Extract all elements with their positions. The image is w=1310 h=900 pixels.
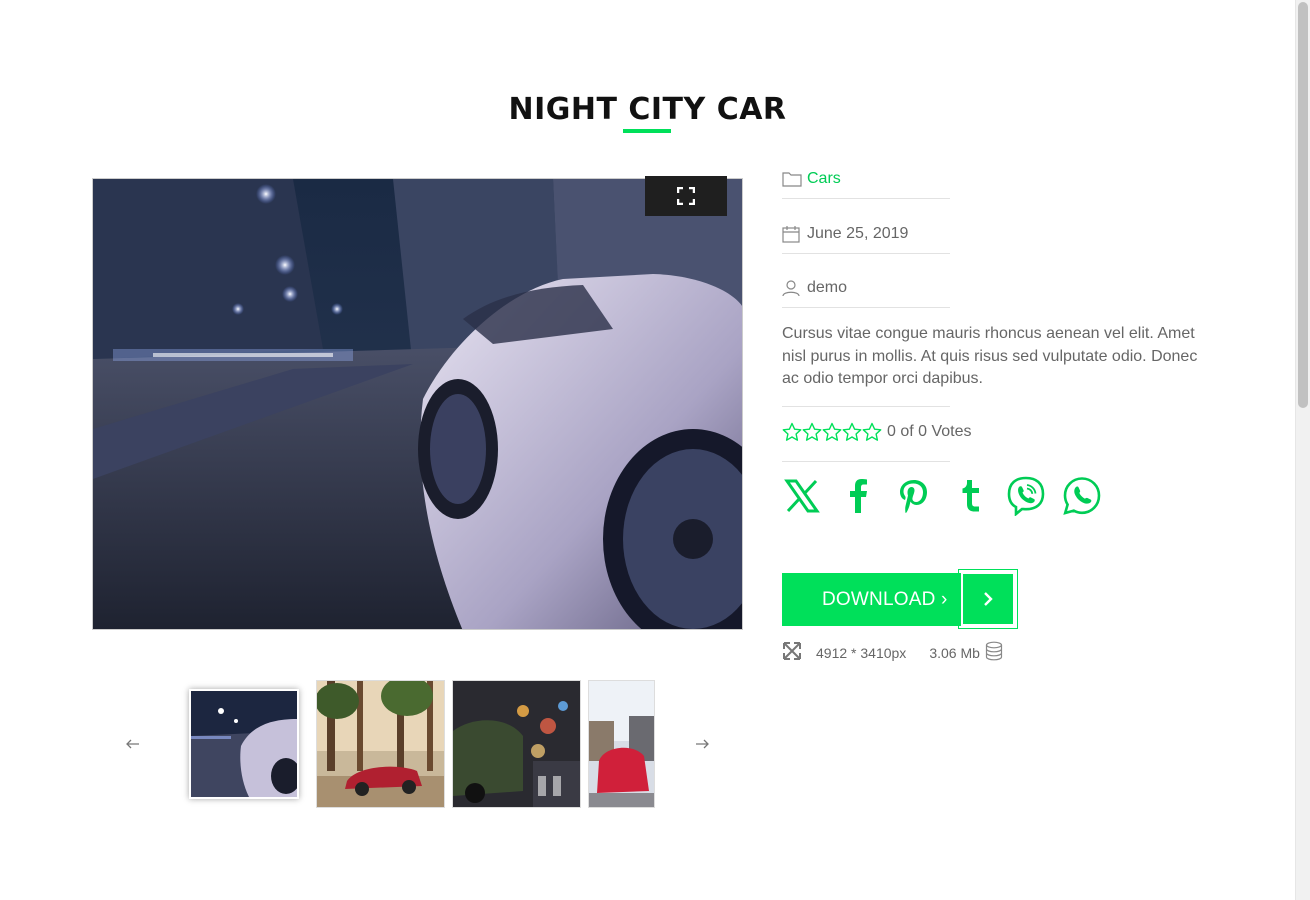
arrow-left-icon[interactable] [122, 733, 144, 755]
divider [782, 461, 950, 462]
star-icon[interactable] [862, 422, 882, 442]
star-icon[interactable] [802, 422, 822, 442]
calendar-icon [782, 224, 802, 244]
description: Cursus vitae congue mauris rhoncus aenea… [782, 325, 1198, 387]
pinterest-icon[interactable] [894, 476, 934, 516]
meta-category[interactable]: Cars [782, 160, 950, 199]
scrollbar-thumb[interactable] [1298, 2, 1308, 408]
page-title: NIGHT CITY CAR [508, 92, 787, 127]
x-icon[interactable] [782, 476, 822, 516]
rating: 0 of 0 Votes [782, 422, 972, 442]
file-info: 4912 * 3410px 3.06 Mb [782, 641, 1003, 664]
folder-icon [782, 169, 802, 189]
chevron-right-icon [984, 592, 993, 606]
thumbnail-red-car-traffic[interactable] [588, 680, 655, 808]
main-photo[interactable] [92, 178, 743, 630]
viber-icon[interactable] [1006, 476, 1046, 516]
thumbnail-mini-car-city-lights[interactable] [452, 680, 581, 808]
download-label: DOWNLOAD › [822, 588, 948, 610]
share-buttons [782, 476, 1118, 516]
file-size: 3.06 Mb [929, 644, 980, 661]
category-link[interactable]: Cars [807, 170, 841, 188]
title-underline [623, 129, 671, 133]
database-icon [985, 641, 1003, 664]
facebook-icon[interactable] [838, 476, 878, 516]
tumblr-icon[interactable] [950, 476, 990, 516]
meta-author: demo [782, 268, 950, 308]
star-icon[interactable] [782, 422, 802, 442]
arrow-right-icon[interactable] [691, 733, 713, 755]
image-dimensions: 4912 * 3410px [816, 644, 907, 661]
star-icon[interactable] [822, 422, 842, 442]
rating-text: 0 of 0 Votes [887, 423, 972, 440]
date-text: June 25, 2019 [807, 224, 909, 242]
star-icon[interactable] [842, 422, 862, 442]
fullscreen-button[interactable] [645, 176, 727, 216]
download-arrow-button[interactable] [958, 569, 1018, 629]
divider [782, 406, 950, 407]
resize-icon [782, 641, 802, 664]
author-text: demo [807, 278, 848, 296]
thumbnail-night-city-car[interactable] [189, 689, 299, 799]
meta-date: June 25, 2019 [782, 214, 950, 254]
fullscreen-icon [677, 187, 695, 205]
whatsapp-icon[interactable] [1062, 476, 1102, 516]
thumbnail-red-car-forest[interactable] [316, 680, 445, 808]
user-icon [782, 278, 802, 298]
star-rating[interactable] [782, 422, 882, 442]
